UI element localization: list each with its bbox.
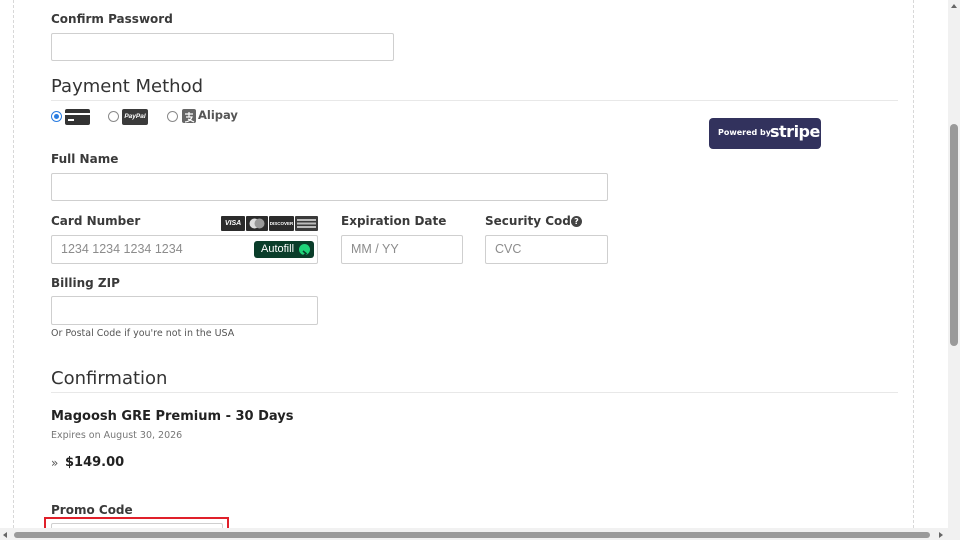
product-name: Magoosh GRE Premium - 30 Days — [51, 409, 294, 424]
arrow-right-circle-icon — [299, 244, 310, 257]
payment-paypal-radio[interactable] — [108, 111, 119, 122]
billing-zip-label: Billing ZIP — [51, 276, 120, 290]
visa-logo: VISA — [221, 216, 245, 231]
autofill-button[interactable]: Autofill — [254, 241, 314, 258]
promo-code-label: Promo Code — [51, 503, 133, 517]
alipay-label: Alipay — [198, 108, 238, 122]
help-icon[interactable]: ? — [571, 216, 582, 227]
card-number-input[interactable]: 1234 1234 1234 1234 Autofill — [51, 235, 318, 264]
credit-card-icon — [65, 109, 90, 125]
autofill-label: Autofill — [261, 243, 295, 255]
payment-method-title: Payment Method — [51, 76, 204, 97]
mastercard-logo — [246, 216, 268, 231]
page-border-left — [13, 0, 14, 528]
confirm-password-input[interactable] — [51, 33, 394, 61]
confirm-password-label: Confirm Password — [51, 12, 173, 26]
security-code-input[interactable]: CVC — [485, 235, 608, 264]
scroll-right-arrow-icon[interactable] — [939, 532, 943, 538]
scroll-up-arrow-icon[interactable] — [951, 4, 957, 8]
payment-card-radio[interactable] — [51, 111, 62, 122]
confirmation-title: Confirmation — [51, 368, 168, 389]
expiration-placeholder: MM / YY — [351, 242, 399, 256]
price: $149.00 — [65, 455, 125, 470]
confirmation-divider — [51, 392, 898, 393]
expiration-date-label: Expiration Date — [341, 214, 447, 228]
payment-alipay-radio[interactable] — [167, 111, 178, 122]
powered-by-text: Powered by — [718, 128, 771, 137]
expiry-text: Expires on August 30, 2026 — [51, 430, 183, 441]
alipay-icon — [182, 109, 196, 123]
vertical-scroll-thumb[interactable] — [950, 124, 958, 346]
full-name-input[interactable] — [51, 173, 608, 201]
scroll-left-arrow-icon[interactable] — [3, 532, 7, 538]
horizontal-scroll-thumb[interactable] — [14, 532, 930, 538]
paypal-logo: PayPal — [122, 109, 148, 125]
price-marker: » — [51, 456, 59, 470]
billing-zip-input[interactable] — [51, 296, 318, 325]
powered-by-stripe-badge[interactable]: Powered by stripe — [709, 118, 821, 149]
security-code-label: Security Code — [485, 214, 579, 228]
full-name-label: Full Name — [51, 152, 119, 166]
expiration-date-input[interactable]: MM / YY — [341, 235, 463, 264]
payment-divider — [51, 100, 898, 101]
billing-zip-hint: Or Postal Code if you're not in the USA — [51, 328, 235, 339]
discover-logo: DISCOVER — [269, 216, 294, 231]
page-border-right — [913, 0, 914, 528]
card-number-placeholder: 1234 1234 1234 1234 — [61, 242, 183, 256]
security-placeholder: CVC — [495, 242, 522, 256]
card-number-label: Card Number — [51, 214, 141, 228]
stripe-logo: stripe — [770, 122, 820, 141]
amex-logo — [295, 216, 318, 231]
